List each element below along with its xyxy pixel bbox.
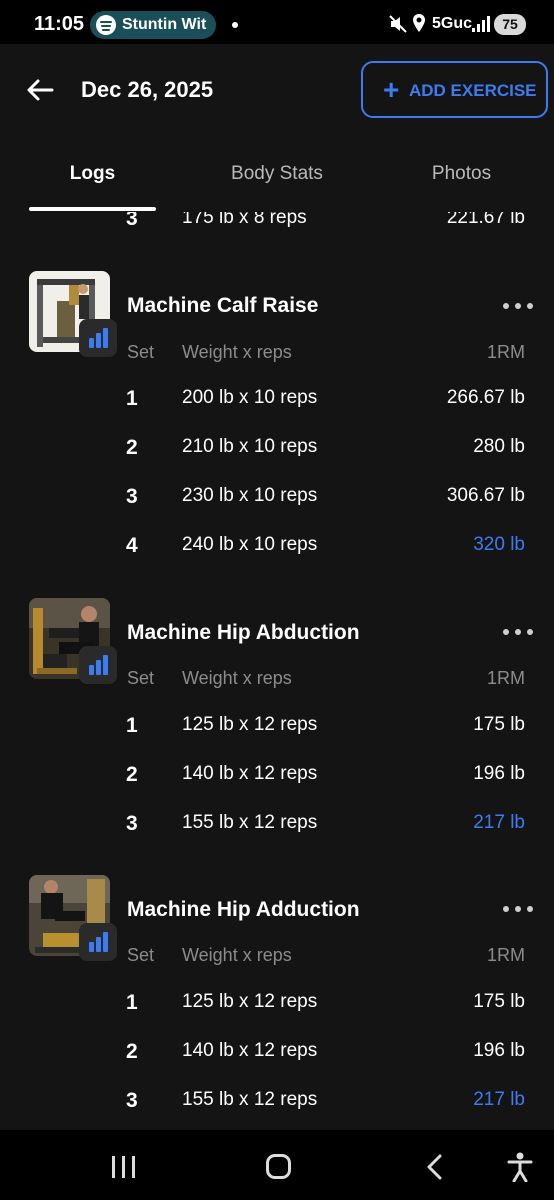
set-number: 2	[126, 763, 138, 786]
set-weight-reps: 155 lb x 12 reps	[182, 812, 318, 833]
set-number: 3	[126, 1089, 138, 1112]
set-row: 3 175 lb x 8 reps 221.67 lb	[0, 212, 554, 237]
header-weight-reps: Weight x reps	[182, 945, 292, 965]
header-weight-reps: Weight x reps	[182, 668, 292, 688]
set-weight-reps: 125 lb x 12 reps	[182, 991, 318, 1012]
location-icon	[413, 14, 425, 32]
status-bar: 11:05 Stuntin Wit 5Guc 75	[0, 0, 554, 44]
set-one-rm: 280 lb	[473, 436, 525, 457]
set-row[interactable]: 3 155 lb x 12 reps 217 lb	[0, 1089, 554, 1119]
app-header: Dec 26, 2025 + ADD EXERCISE	[0, 44, 554, 140]
accessibility-icon[interactable]	[506, 1152, 534, 1182]
more-options-icon[interactable]	[503, 903, 535, 915]
set-weight-reps: 140 lb x 12 reps	[182, 1040, 318, 1061]
set-row[interactable]: 1 200 lb x 10 reps 266.67 lb	[0, 387, 554, 417]
add-exercise-button[interactable]: + ADD EXERCISE	[361, 61, 548, 118]
set-number: 3	[126, 485, 138, 508]
set-row[interactable]: 1 125 lb x 12 reps 175 lb	[0, 991, 554, 1021]
set-weight-reps: 125 lb x 12 reps	[182, 714, 318, 735]
system-nav-bar	[0, 1130, 554, 1200]
recent-apps-icon[interactable]	[112, 1156, 136, 1178]
exercise-name[interactable]: Machine Hip Abduction	[127, 621, 360, 645]
set-number: 2	[126, 1040, 138, 1063]
network-type: 5Guc	[432, 15, 473, 32]
more-options-icon[interactable]	[503, 626, 535, 638]
page-title: Dec 26, 2025	[81, 77, 214, 102]
battery-indicator: 75	[494, 14, 526, 35]
set-row[interactable]: 3 230 lb x 10 reps 306.67 lb	[0, 485, 554, 515]
active-tab-indicator	[29, 207, 156, 211]
tab-photos[interactable]: Photos	[400, 163, 523, 185]
set-number: 1	[126, 991, 138, 1014]
set-number: 3	[126, 812, 138, 835]
sets-header: Set Weight x reps 1RM	[0, 945, 554, 971]
logs-list[interactable]: 3 175 lb x 8 reps 221.67 lb Machine Calf…	[0, 212, 554, 1130]
set-one-rm: 196 lb	[473, 763, 525, 784]
set-weight-reps: 200 lb x 10 reps	[182, 387, 318, 408]
personal-record-one-rm: 217 lb	[473, 812, 525, 833]
media-pill-label: Stuntin Wit	[122, 16, 207, 33]
home-icon[interactable]	[266, 1154, 291, 1179]
header-set: Set	[127, 945, 155, 965]
header-one-rm: 1RM	[486, 342, 525, 362]
signal-icon	[472, 16, 490, 32]
sets-header: Set Weight x reps 1RM	[0, 668, 554, 694]
set-row[interactable]: 2 210 lb x 10 reps 280 lb	[0, 436, 554, 466]
media-pill[interactable]: Stuntin Wit	[90, 11, 216, 39]
tab-body-stats[interactable]: Body Stats	[210, 163, 344, 185]
set-number: 3	[126, 212, 138, 230]
set-weight-reps: 210 lb x 10 reps	[182, 436, 318, 457]
set-weight-reps: 240 lb x 10 reps	[182, 534, 318, 555]
notification-dot-icon	[232, 22, 238, 28]
header-one-rm: 1RM	[486, 945, 525, 965]
tab-bar: Logs Body Stats Photos	[0, 140, 554, 212]
spotify-icon	[96, 15, 116, 35]
set-row[interactable]: 1 125 lb x 12 reps 175 lb	[0, 714, 554, 744]
set-one-rm: 221.67 lb	[446, 212, 525, 228]
set-one-rm: 175 lb	[473, 714, 525, 735]
exercise-name[interactable]: Machine Hip Adduction	[127, 898, 360, 922]
header-set: Set	[127, 342, 155, 362]
set-row[interactable]: 4 240 lb x 10 reps 320 lb	[0, 534, 554, 564]
header-weight-reps: Weight x reps	[182, 342, 292, 362]
tab-logs[interactable]: Logs	[29, 163, 156, 185]
personal-record-one-rm: 217 lb	[473, 1089, 525, 1110]
nav-back-icon[interactable]	[424, 1154, 444, 1180]
clock: 11:05	[34, 13, 85, 35]
set-row[interactable]: 2 140 lb x 12 reps 196 lb	[0, 763, 554, 793]
more-options-icon[interactable]	[503, 300, 535, 312]
set-one-rm: 175 lb	[473, 991, 525, 1012]
set-one-rm: 196 lb	[473, 1040, 525, 1061]
set-row[interactable]: 3 155 lb x 12 reps 217 lb	[0, 812, 554, 842]
back-arrow-icon[interactable]	[22, 72, 58, 108]
set-weight-reps: 155 lb x 12 reps	[182, 1089, 318, 1110]
header-one-rm: 1RM	[486, 668, 525, 688]
set-weight-reps: 140 lb x 12 reps	[182, 763, 318, 784]
add-exercise-label: ADD EXERCISE	[409, 81, 537, 100]
exercise-name[interactable]: Machine Calf Raise	[127, 294, 318, 318]
mute-icon	[389, 15, 407, 33]
set-weight-reps: 175 lb x 8 reps	[182, 212, 307, 228]
set-number: 4	[126, 534, 138, 557]
sets-header: Set Weight x reps 1RM	[0, 342, 554, 368]
set-weight-reps: 230 lb x 10 reps	[182, 485, 318, 506]
set-number: 2	[126, 436, 138, 459]
set-row[interactable]: 2 140 lb x 12 reps 196 lb	[0, 1040, 554, 1070]
set-one-rm: 266.67 lb	[446, 387, 525, 408]
personal-record-one-rm: 320 lb	[473, 534, 525, 555]
plus-icon: +	[383, 74, 400, 105]
header-set: Set	[127, 668, 155, 688]
set-one-rm: 306.67 lb	[446, 485, 525, 506]
set-number: 1	[126, 714, 138, 737]
set-number: 1	[126, 387, 138, 410]
